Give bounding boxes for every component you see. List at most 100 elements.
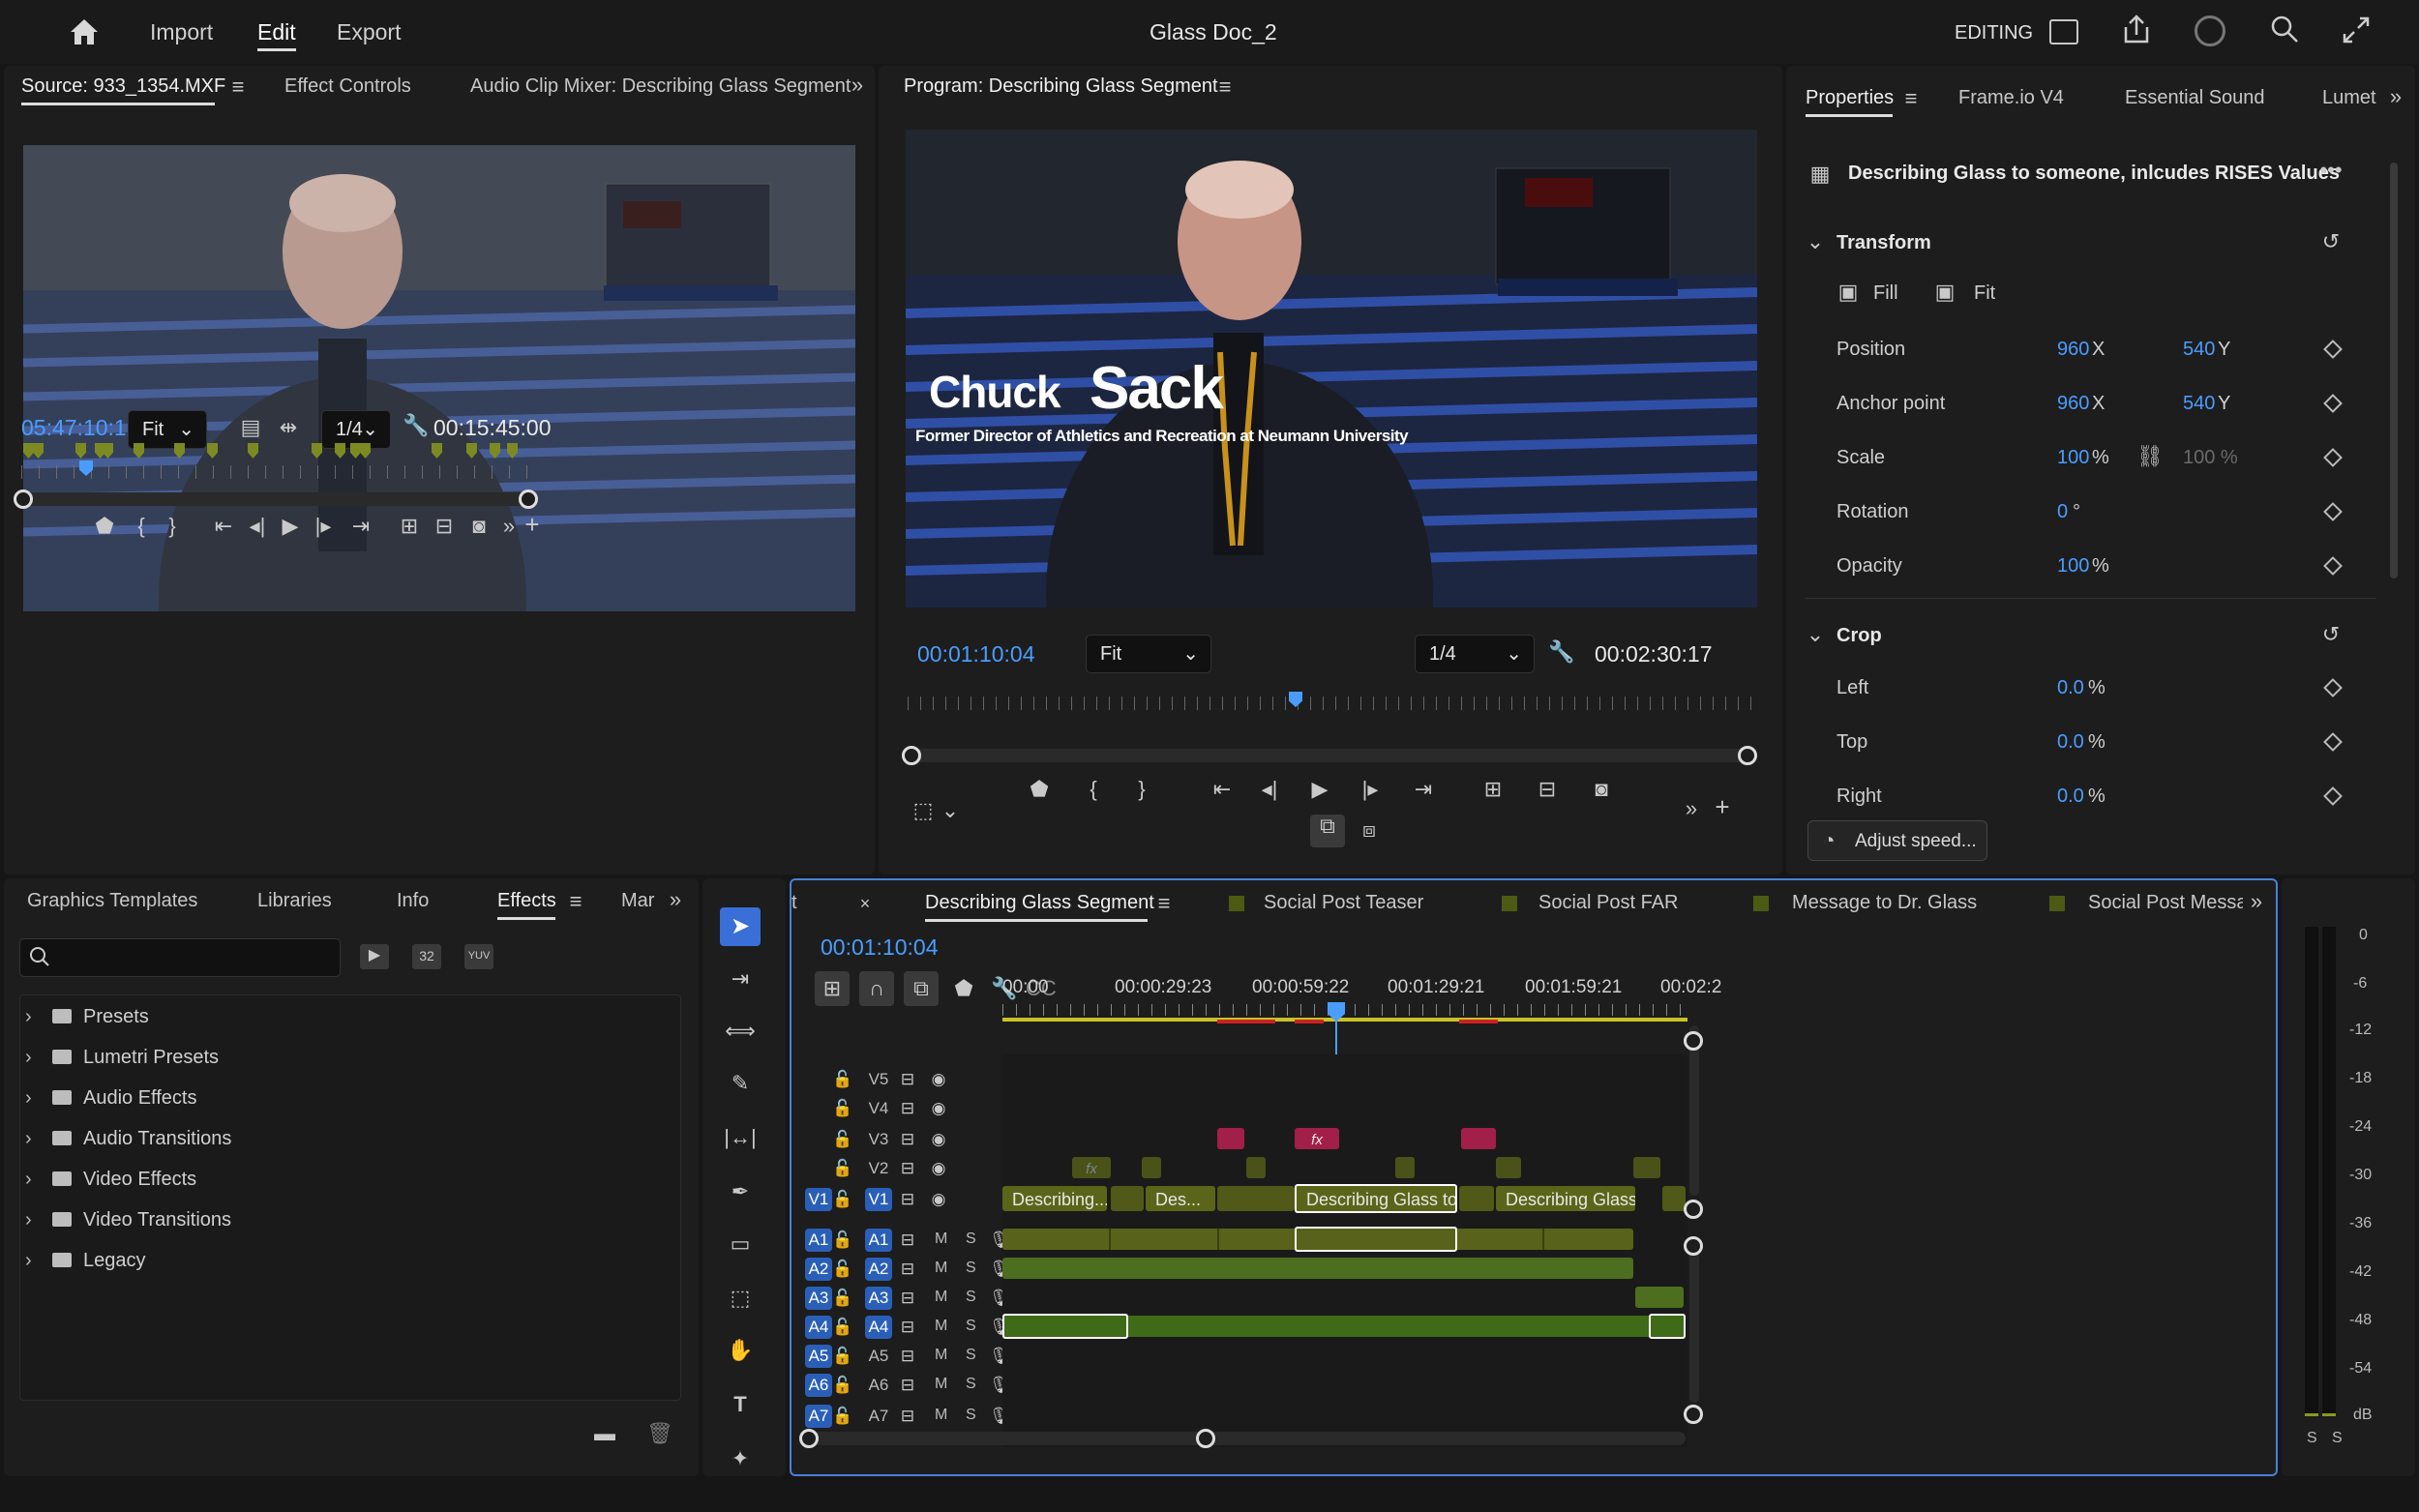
crop-collapse-icon[interactable]: ⌄ bbox=[1806, 623, 1825, 646]
program-timecode[interactable]: 00:01:10:04 bbox=[917, 641, 1035, 667]
meter-solo-left[interactable]: S bbox=[2307, 1430, 2317, 1447]
sync-lock-icon[interactable]: ⊟ bbox=[898, 1258, 917, 1281]
go-to-in-icon[interactable]: ⇤ bbox=[1208, 778, 1237, 801]
crop-top-value[interactable]: 0.0 bbox=[2057, 731, 2084, 754]
sync-lock-icon[interactable]: ⊟ bbox=[898, 1157, 917, 1180]
menu-export[interactable]: Export bbox=[337, 19, 401, 45]
clip-settings-icon[interactable]: ▤ bbox=[240, 416, 261, 439]
opacity-value[interactable]: 100 bbox=[2057, 555, 2089, 578]
eye-icon[interactable]: ◉ bbox=[927, 1097, 950, 1120]
effects-item-legacy[interactable]: › Legacy bbox=[25, 1250, 146, 1272]
pen-tool-icon[interactable]: ✒ bbox=[724, 1180, 757, 1203]
tab-describing-glass-segment[interactable]: Describing Glass Segment bbox=[925, 892, 1154, 914]
clip-v3-graphic[interactable] bbox=[1217, 1128, 1244, 1149]
clip-v1[interactable]: Describing Glass to.. bbox=[1496, 1186, 1635, 1211]
safe-margins-icon[interactable]: ⬚ bbox=[911, 799, 935, 822]
track-target-a2[interactable]: A2 bbox=[865, 1258, 892, 1281]
workspace-mode-label[interactable]: EDITING bbox=[1955, 22, 2033, 44]
play-icon[interactable]: ▶ bbox=[279, 515, 302, 538]
timeline-scroll-handle-right[interactable] bbox=[1196, 1429, 1215, 1448]
insert-icon[interactable]: ⊞ bbox=[395, 515, 424, 538]
effects-menu-icon[interactable]: ≡ bbox=[565, 890, 586, 913]
source-zoom-handle-right[interactable] bbox=[519, 489, 538, 509]
solo-button[interactable]: S bbox=[966, 1289, 976, 1306]
link-icon[interactable]: ⛓ bbox=[2136, 445, 2164, 468]
panel-overflow-icon[interactable]: » bbox=[2247, 890, 2266, 913]
eye-icon[interactable]: ◉ bbox=[927, 1188, 950, 1211]
mute-button[interactable]: M bbox=[935, 1407, 947, 1424]
clip-v1[interactable]: Describing... bbox=[1002, 1186, 1107, 1211]
mark-in-icon[interactable]: { bbox=[1082, 778, 1105, 801]
step-back-icon[interactable]: ◂| bbox=[1258, 778, 1281, 801]
step-forward-icon[interactable]: |▸ bbox=[1359, 778, 1382, 801]
rectangle-tool-icon[interactable]: ▭ bbox=[724, 1232, 757, 1256]
trash-icon[interactable]: 🗑 bbox=[646, 1422, 673, 1445]
mark-in-icon[interactable]: { bbox=[130, 515, 153, 538]
effects-item-audio-effects[interactable]: › Audio Effects bbox=[25, 1087, 196, 1110]
source-patch-a6[interactable]: A6 bbox=[805, 1374, 832, 1397]
timeline-vscroll-handle[interactable] bbox=[1684, 1236, 1703, 1256]
timeline-vscroll-handle[interactable] bbox=[1684, 1405, 1703, 1424]
scale-keyframe-toggle[interactable] bbox=[2323, 448, 2343, 467]
solo-button[interactable]: S bbox=[966, 1347, 976, 1364]
properties-scrollbar[interactable] bbox=[2390, 163, 2398, 578]
button-overflow-icon[interactable]: » bbox=[1682, 797, 1701, 820]
button-editor-plus-icon[interactable]: + bbox=[521, 512, 544, 537]
yuv-effects-icon[interactable]: YUV bbox=[464, 944, 493, 969]
clip-a4-end[interactable] bbox=[1649, 1314, 1686, 1339]
timeline-vertical-scrollbar-audio[interactable] bbox=[1689, 1238, 1699, 1403]
effects-search-input[interactable] bbox=[19, 938, 341, 977]
safe-margins-menu-icon[interactable]: ⌄ bbox=[941, 799, 960, 822]
tab-libraries[interactable]: Libraries bbox=[257, 890, 332, 912]
source-time-ruler[interactable] bbox=[21, 465, 539, 479]
source-zoom-handle-left[interactable] bbox=[14, 489, 33, 509]
solo-button[interactable]: S bbox=[966, 1318, 976, 1335]
overwrite-icon[interactable]: ⊟ bbox=[430, 515, 459, 538]
source-patch-a2[interactable]: A2 bbox=[805, 1258, 832, 1281]
panel-overflow-icon[interactable]: » bbox=[2386, 85, 2405, 108]
sync-lock-icon[interactable]: ⊟ bbox=[898, 1316, 917, 1339]
timeline-scroll-handle-left[interactable] bbox=[799, 1429, 819, 1448]
button-editor-plus-icon[interactable]: + bbox=[1711, 794, 1734, 819]
share-icon[interactable] bbox=[2121, 14, 2152, 46]
tab-frameio[interactable]: Frame.io V4 bbox=[1958, 87, 2064, 109]
panel-overflow-icon[interactable]: » bbox=[666, 888, 685, 911]
program-res-dropdown[interactable]: 1/4 ⌄ bbox=[1415, 635, 1535, 673]
clip-a2[interactable] bbox=[1002, 1258, 1633, 1279]
sync-lock-icon[interactable]: ⊟ bbox=[898, 1188, 917, 1211]
clip-v1-selected[interactable]: Describing Glass to s bbox=[1295, 1184, 1457, 1213]
go-to-out-icon[interactable]: ⇥ bbox=[1409, 778, 1438, 801]
timeline-timecode[interactable]: 00:01:10:04 bbox=[821, 934, 939, 961]
clip-v2[interactable] bbox=[1246, 1157, 1266, 1178]
mute-button[interactable]: M bbox=[935, 1376, 947, 1393]
scene-edit-tool-icon[interactable]: ✦ bbox=[724, 1447, 757, 1470]
lock-icon[interactable]: 🔓 bbox=[832, 1128, 852, 1151]
effects-item-video-effects[interactable]: › Video Effects bbox=[25, 1169, 196, 1191]
source-patch-a1[interactable]: A1 bbox=[805, 1229, 832, 1252]
crop-top-keyframe-toggle[interactable] bbox=[2323, 732, 2343, 752]
tab-social-post-message[interactable]: Social Post Messag bbox=[2088, 892, 2243, 914]
lock-icon[interactable]: 🔓 bbox=[832, 1097, 852, 1120]
source-patch-a4[interactable]: A4 bbox=[805, 1316, 832, 1339]
sync-lock-icon[interactable]: ⊟ bbox=[898, 1405, 917, 1428]
effects-item-video-transitions[interactable]: › Video Transitions bbox=[25, 1209, 231, 1231]
track-target-v5[interactable]: V5 bbox=[865, 1068, 892, 1091]
lock-icon[interactable]: 🔓 bbox=[832, 1188, 852, 1211]
track-target-a3[interactable]: A3 bbox=[865, 1287, 892, 1310]
effects-item-lumetri-presets[interactable]: › Lumetri Presets bbox=[25, 1047, 219, 1069]
play-icon[interactable]: ▶ bbox=[1308, 778, 1331, 801]
multi-camera-icon[interactable]: ⧈ bbox=[1355, 818, 1384, 842]
eye-icon[interactable]: ◉ bbox=[927, 1157, 950, 1180]
source-zoom-scrollbar[interactable] bbox=[21, 492, 538, 506]
track-target-a1[interactable]: A1 bbox=[865, 1229, 892, 1252]
clip-v2[interactable] bbox=[1496, 1157, 1521, 1178]
sync-lock-icon[interactable]: ⊟ bbox=[898, 1068, 917, 1091]
lock-icon[interactable]: 🔓 bbox=[832, 1229, 852, 1252]
clip-v1[interactable] bbox=[1217, 1186, 1295, 1211]
sync-lock-icon[interactable]: ⊟ bbox=[898, 1097, 917, 1120]
32bit-effects-icon[interactable]: 32 bbox=[412, 944, 441, 969]
effects-item-presets[interactable]: › Presets bbox=[25, 1006, 149, 1028]
anchor-y-value[interactable]: 540 bbox=[2183, 393, 2215, 415]
track-target-v3[interactable]: V3 bbox=[865, 1128, 892, 1151]
fill-icon[interactable]: ▣ bbox=[1837, 281, 1860, 304]
